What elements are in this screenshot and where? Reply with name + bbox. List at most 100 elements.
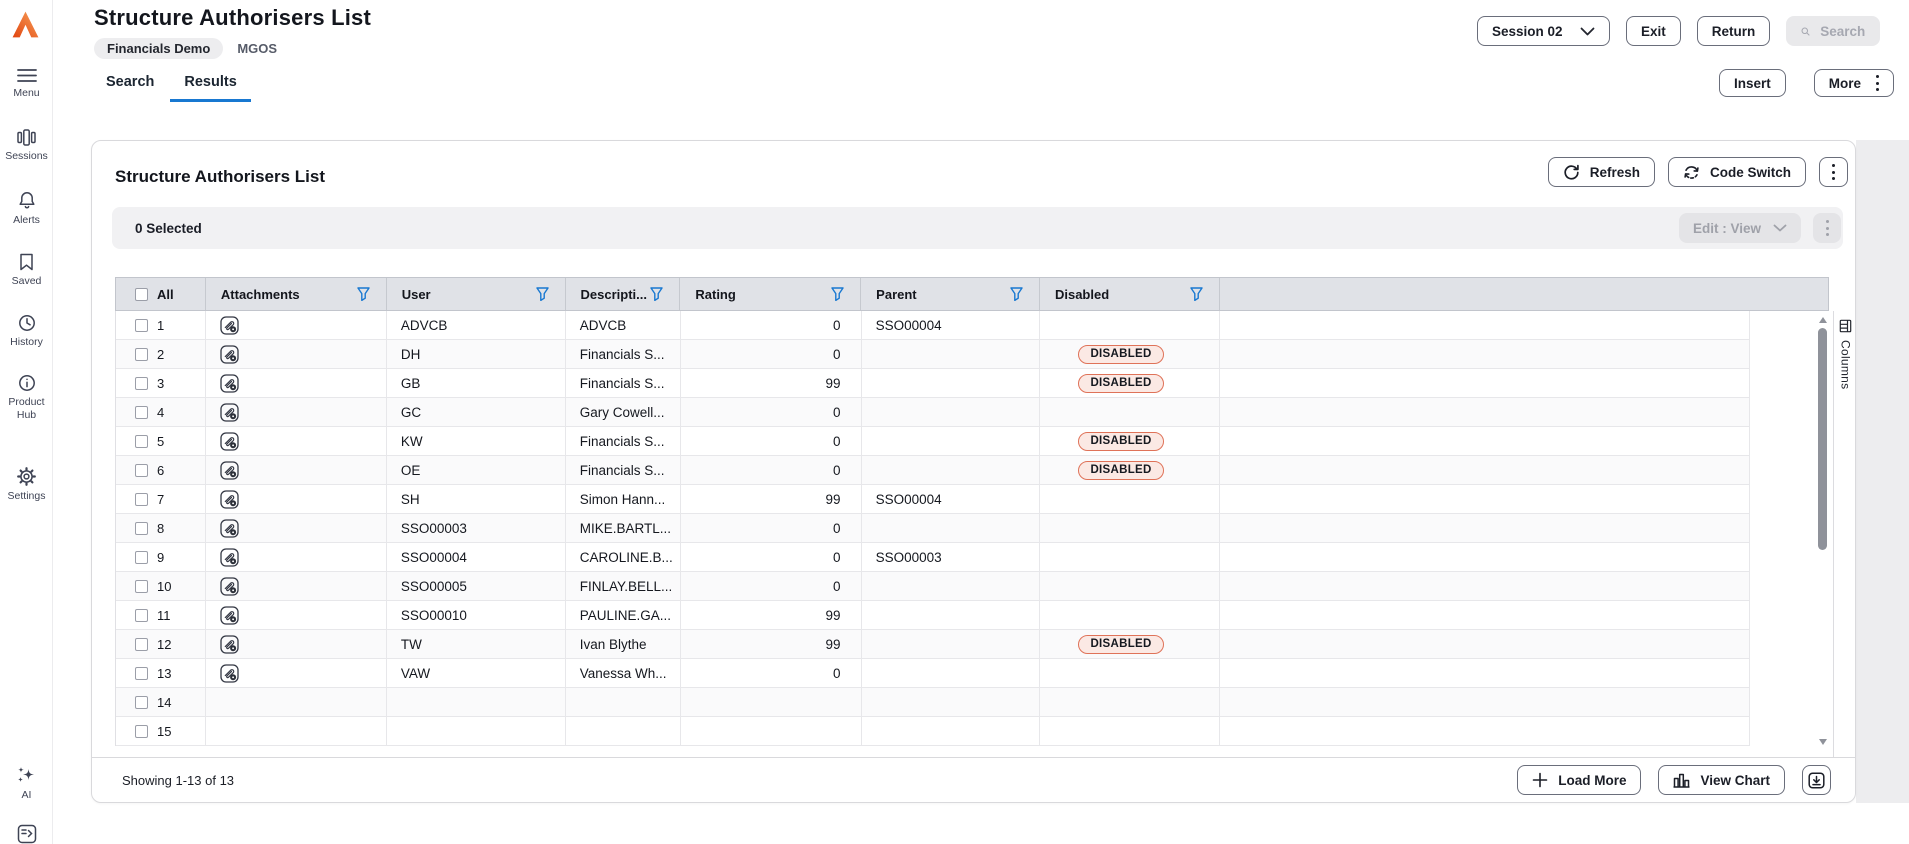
download-button[interactable] — [1802, 765, 1831, 795]
column-label: Parent — [876, 286, 917, 302]
column-label: Disabled — [1054, 286, 1110, 302]
attachment-icon[interactable] — [220, 373, 239, 393]
attachment-icon[interactable] — [220, 431, 239, 451]
session-select-button[interactable]: Session 02 — [1477, 16, 1610, 46]
tab-results[interactable]: Results — [170, 70, 251, 102]
header-cell-select: All — [116, 278, 206, 310]
row-checkbox[interactable] — [135, 318, 148, 332]
sidebar-item-panel-toggle[interactable] — [0, 824, 53, 844]
sidebar-item-ai[interactable]: AI — [0, 766, 53, 802]
sidebar-item-sessions[interactable]: Sessions — [0, 129, 53, 163]
attachment-icon[interactable] — [220, 605, 239, 625]
row-checkbox[interactable] — [135, 550, 148, 564]
code-switch-label: Code Switch — [1709, 164, 1791, 180]
environment-row: Financials Demo MGOS — [94, 38, 277, 59]
attachment-icon[interactable] — [220, 663, 239, 683]
row-checkbox[interactable] — [135, 347, 148, 361]
refresh-icon — [1564, 164, 1579, 180]
attachment-icon[interactable] — [220, 460, 239, 480]
attachment-icon[interactable] — [220, 402, 239, 422]
code-switch-button[interactable]: Code Switch — [1667, 157, 1806, 187]
cell-user: KW — [387, 427, 566, 455]
sidebar-item-settings[interactable]: Settings — [0, 467, 53, 503]
attachment-icon[interactable] — [220, 634, 239, 654]
insert-button[interactable]: Insert — [1719, 69, 1786, 97]
panel-footer: Showing 1-13 of 13 Load More View Chart — [92, 757, 1855, 802]
attachment-icon[interactable] — [220, 315, 239, 335]
return-button[interactable]: Return — [1696, 16, 1771, 46]
row-checkbox[interactable] — [135, 434, 148, 448]
cell-select: 9 — [116, 543, 206, 571]
attachment-icon[interactable] — [220, 518, 239, 538]
refresh-button[interactable]: Refresh — [1547, 157, 1655, 187]
sidebar-item-saved[interactable]: Saved — [0, 253, 53, 288]
edit-mode-dropdown[interactable]: Edit : View — [1678, 213, 1801, 243]
filter-icon[interactable] — [831, 287, 844, 301]
scroll-up-arrow[interactable] — [1819, 317, 1827, 323]
selected-count: 0 Selected — [135, 220, 202, 236]
filter-icon[interactable] — [1010, 287, 1023, 301]
filter-icon[interactable] — [1190, 287, 1203, 301]
attachment-icon[interactable] — [220, 489, 239, 509]
attachment-icon[interactable] — [220, 547, 239, 567]
brand-logo[interactable] — [10, 9, 41, 40]
selection-kebab-button[interactable] — [1813, 213, 1841, 243]
tab-search[interactable]: Search — [92, 70, 168, 102]
sidebar-item-menu[interactable]: Menu — [0, 68, 53, 100]
cell-rating: 0 — [681, 311, 862, 339]
header-cell[interactable]: Descripti... — [566, 278, 681, 310]
more-button[interactable]: More — [1813, 69, 1894, 97]
table-scrollbar[interactable] — [1817, 315, 1829, 747]
cell-attachments — [206, 514, 387, 542]
table-header-row: All Attachments User Descripti... Rating Pare… — [115, 277, 1829, 311]
row-checkbox[interactable] — [135, 724, 148, 738]
load-more-button[interactable]: Load More — [1517, 765, 1642, 795]
header-cell[interactable]: Parent — [861, 278, 1040, 310]
cell-filler — [1220, 514, 1750, 542]
sidebar-item-label: Product Hub — [8, 396, 45, 421]
select-all-checkbox[interactable] — [135, 287, 148, 301]
sidebar-item-product-hub[interactable]: Product Hub — [0, 374, 53, 422]
exit-button[interactable]: Exit — [1626, 16, 1681, 46]
header-cell[interactable]: Attachments — [206, 278, 387, 310]
attachment-icon[interactable] — [220, 344, 239, 364]
filter-icon[interactable] — [650, 287, 664, 301]
record-toolbar: Insert More — [1719, 69, 1894, 97]
cell-attachments — [206, 717, 387, 745]
cell-parent — [862, 369, 1041, 397]
row-checkbox[interactable] — [135, 666, 148, 680]
attachment-icon[interactable] — [220, 576, 239, 596]
cell-disabled: DISABLED — [1040, 369, 1221, 397]
row-checkbox[interactable] — [135, 637, 148, 651]
header-cell[interactable]: User — [387, 278, 566, 310]
row-checkbox[interactable] — [135, 405, 148, 419]
filter-icon[interactable] — [535, 287, 549, 301]
row-checkbox[interactable] — [135, 492, 148, 506]
sidebar-item-history[interactable]: History — [0, 314, 53, 349]
row-checkbox[interactable] — [135, 695, 148, 709]
panel-kebab-button[interactable] — [1819, 157, 1848, 187]
row-checkbox[interactable] — [135, 376, 148, 390]
sidebar-item-label: AI — [21, 789, 32, 801]
row-checkbox[interactable] — [135, 521, 148, 535]
row-number: 6 — [157, 462, 165, 478]
search-button[interactable]: Search — [1786, 16, 1881, 46]
cell-rating: 0 — [681, 572, 862, 600]
cell-parent — [862, 456, 1041, 484]
header-cell[interactable]: Rating — [680, 278, 862, 310]
row-number: 15 — [157, 723, 172, 739]
header-cell[interactable]: Disabled — [1040, 278, 1220, 310]
row-checkbox[interactable] — [135, 463, 148, 477]
columns-side-tab[interactable]: Columns — [1833, 311, 1857, 758]
view-chart-label: View Chart — [1700, 772, 1770, 788]
scrollbar-thumb[interactable] — [1818, 328, 1827, 550]
row-checkbox[interactable] — [135, 608, 148, 622]
cell-filler — [1220, 427, 1750, 455]
scroll-down-arrow[interactable] — [1819, 739, 1827, 745]
filter-icon[interactable] — [357, 287, 370, 301]
row-checkbox[interactable] — [135, 579, 148, 593]
cell-parent — [862, 688, 1041, 716]
view-chart-button[interactable]: View Chart — [1658, 765, 1785, 795]
cell-filler — [1220, 485, 1750, 513]
sidebar-item-alerts[interactable]: Alerts — [0, 191, 53, 227]
